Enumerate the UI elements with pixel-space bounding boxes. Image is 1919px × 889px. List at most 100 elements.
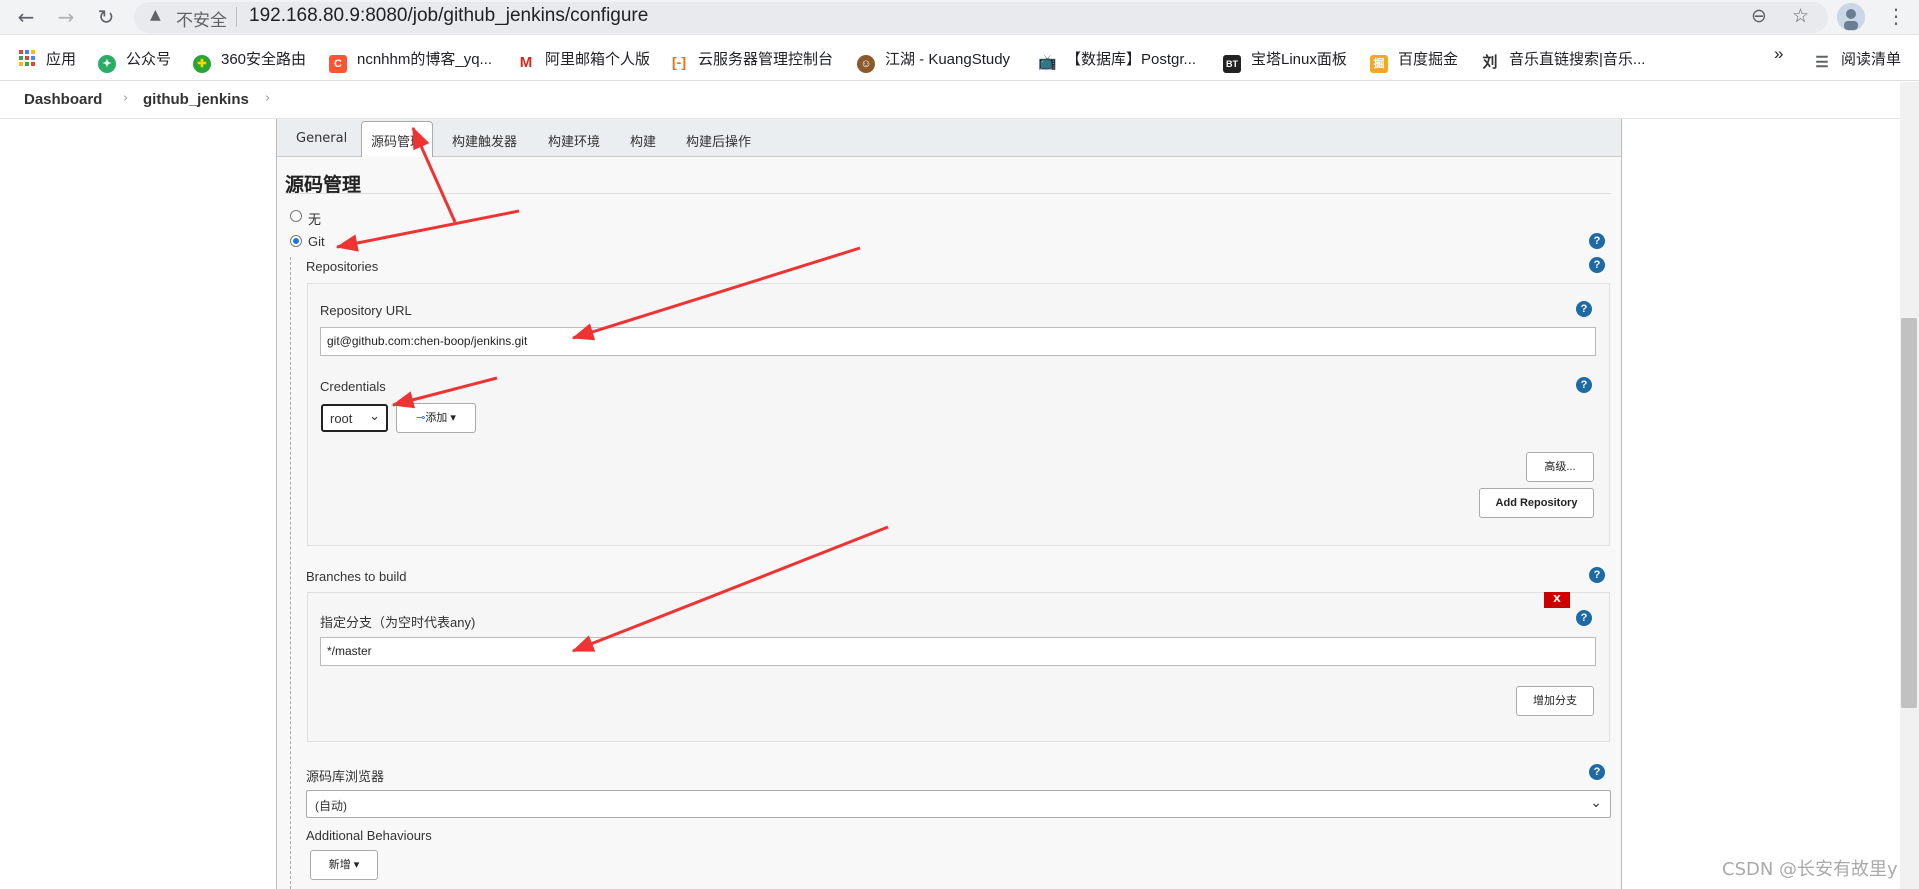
help-icon[interactable]: ? <box>1589 257 1605 273</box>
bookmark-360[interactable]: ✚ 360安全路由 <box>193 48 307 73</box>
credentials-value: root <box>330 411 353 426</box>
radio-none[interactable] <box>290 210 302 222</box>
git-options-border <box>290 257 291 889</box>
tab-general[interactable]: General <box>296 131 347 146</box>
tab-build-env[interactable]: 构建环境 <box>548 131 600 150</box>
help-icon[interactable]: ? <box>1589 764 1605 780</box>
section-divider <box>285 193 1611 194</box>
mail-m-icon: M <box>519 54 533 71</box>
url-text[interactable]: 192.168.80.9:8080/job/github_jenkins/con… <box>249 5 648 27</box>
branch-box <box>307 592 1610 742</box>
apps-grid-icon <box>19 50 35 66</box>
chevron-down-icon: ⌄ <box>369 408 380 423</box>
menu-icon[interactable]: ⋮ <box>1886 4 1906 28</box>
bookmark-music[interactable]: 刘音乐直链搜索|音乐... <box>1481 48 1645 71</box>
avatar-icon <box>1837 3 1865 31</box>
liu-icon: 刘 <box>1482 54 1498 71</box>
scrollbar-thumb[interactable] <box>1901 318 1917 708</box>
profile-avatar[interactable] <box>1837 3 1865 31</box>
bookmark-label: 公众号 <box>126 51 172 68</box>
bookmark-csdn[interactable]: Cncnhhm的博客_yq... <box>329 48 493 73</box>
bookmarks-bar: 应用 ✦ 公众号 ✚ 360安全路由 Cncnhhm的博客_yq... M 阿里邮箱个… <box>0 36 1919 81</box>
csdn-icon: C <box>329 55 347 73</box>
insecure-label[interactable]: 不安全 <box>176 6 227 31</box>
reading-list[interactable]: ☰ 阅读清单 <box>1813 48 1902 71</box>
bookmark-label: 百度掘金 <box>1398 51 1459 68</box>
bookmark-kuangstudy[interactable]: ☺ 江湖 - KuangStudy <box>857 48 1011 73</box>
key-icon: ⊸ <box>416 412 426 424</box>
reading-list-label: 阅读清单 <box>1841 51 1902 68</box>
back-icon[interactable]: ← <box>14 5 38 29</box>
avatar-icon: ☺ <box>857 55 875 73</box>
repository-box <box>307 283 1610 546</box>
browser-toolbar: ← → ↻ ▲ 不安全 192.168.80.9:8080/job/github… <box>0 0 1919 35</box>
juejin-icon: 掘 <box>1370 55 1388 73</box>
add-credentials-button[interactable]: ⊸添加 ▾ <box>396 403 476 433</box>
more-bookmarks-icon[interactable]: » <box>1774 44 1783 64</box>
star-icon[interactable]: ☆ <box>1792 5 1809 27</box>
add-credentials-label: 添加 <box>425 412 448 424</box>
repo-url-label: Repository URL <box>320 303 412 318</box>
bookmark-baota[interactable]: BT 宝塔Linux面板 <box>1223 48 1347 73</box>
bookmark-postgres[interactable]: 📺 【数据库】Postgr... <box>1038 48 1197 71</box>
help-icon[interactable]: ? <box>1589 567 1605 583</box>
additional-behaviours-label: Additional Behaviours <box>306 828 432 843</box>
reading-list-icon: ☰ <box>1815 54 1829 71</box>
chevron-right-icon[interactable]: › <box>123 91 128 106</box>
watermark: CSDN @长安有故里y <box>1722 859 1898 880</box>
new-behaviour-button[interactable]: 新增 ▾ <box>310 850 378 880</box>
radio-none-label: 无 <box>308 212 322 227</box>
help-icon[interactable]: ? <box>1589 233 1605 249</box>
credentials-label: Credentials <box>320 379 386 394</box>
delete-branch-button[interactable]: X <box>1544 592 1570 608</box>
tab-scm[interactable]: 源码管理 <box>371 131 423 150</box>
bookmark-label: 阿里邮箱个人版 <box>545 51 651 68</box>
warning-icon[interactable]: ▲ <box>150 7 161 23</box>
radio-git[interactable] <box>290 235 302 247</box>
bookmark-label: 360安全路由 <box>221 51 307 68</box>
bookmark-label: 【数据库】Postgr... <box>1066 51 1197 68</box>
branch-spec-label: 指定分支（为空时代表any) <box>320 615 476 630</box>
breadcrumb-job[interactable]: github_jenkins <box>143 91 249 108</box>
add-repository-button[interactable]: Add Repository <box>1479 488 1594 518</box>
repo-browser-label: 源码库浏览器 <box>306 769 385 784</box>
bookmark-label: 应用 <box>46 51 77 68</box>
forward-icon[interactable]: → <box>54 5 78 29</box>
new-behaviour-label: 新增 <box>328 859 351 871</box>
reload-icon[interactable]: ↻ <box>94 5 118 29</box>
repositories-label: Repositories <box>306 259 379 274</box>
branch-spec-input[interactable]: */master <box>320 637 1596 666</box>
bookmark-label: 江湖 - KuangStudy <box>885 51 1011 68</box>
bookmark-aliyun-mail[interactable]: M 阿里邮箱个人版 <box>517 48 651 71</box>
bookmark-label: 云服务器管理控制台 <box>698 51 834 68</box>
bookmark-wechat[interactable]: ✦ 公众号 <box>98 48 172 73</box>
repo-browser-select[interactable]: (自动) ⌄ <box>306 790 1611 818</box>
branches-label: Branches to build <box>306 569 407 584</box>
breadcrumb: Dashboard › github_jenkins › <box>0 82 1919 119</box>
chevron-down-icon: ⌄ <box>1590 794 1602 810</box>
bookmark-label: 宝塔Linux面板 <box>1251 51 1347 68</box>
tab-build-triggers[interactable]: 构建触发器 <box>452 131 517 150</box>
wechat-icon: ✦ <box>98 55 116 73</box>
aliyun-bracket-icon: [-] <box>672 54 686 70</box>
bookmark-apps[interactable]: 应用 <box>18 48 76 68</box>
bt-icon: BT <box>1223 55 1241 73</box>
radio-git-label: Git <box>308 234 325 249</box>
bookmark-juejin[interactable]: 掘百度掘金 <box>1370 48 1459 73</box>
breadcrumb-dashboard[interactable]: Dashboard <box>24 91 102 108</box>
plus-icon: ✚ <box>193 55 211 73</box>
help-icon[interactable]: ? <box>1576 377 1592 393</box>
tab-build[interactable]: 构建 <box>630 131 656 150</box>
credentials-select[interactable]: root ⌄ <box>321 404 388 432</box>
help-icon[interactable]: ? <box>1576 301 1592 317</box>
repo-url-input[interactable]: git@github.com:chen-boop/jenkins.git <box>320 327 1596 356</box>
add-branch-button[interactable]: 增加分支 <box>1516 686 1594 716</box>
chevron-right-icon[interactable]: › <box>265 91 270 106</box>
bookmark-cloud-console[interactable]: [-] 云服务器管理控制台 <box>670 48 834 70</box>
help-icon[interactable]: ? <box>1576 610 1592 626</box>
zoom-icon[interactable]: ⊖ <box>1751 5 1767 27</box>
advanced-button[interactable]: 高级... <box>1526 452 1594 482</box>
tv-icon: 📺 <box>1038 54 1057 71</box>
tab-post-build[interactable]: 构建后操作 <box>686 131 751 150</box>
bookmark-label: ncnhhm的博客_yq... <box>357 51 493 68</box>
